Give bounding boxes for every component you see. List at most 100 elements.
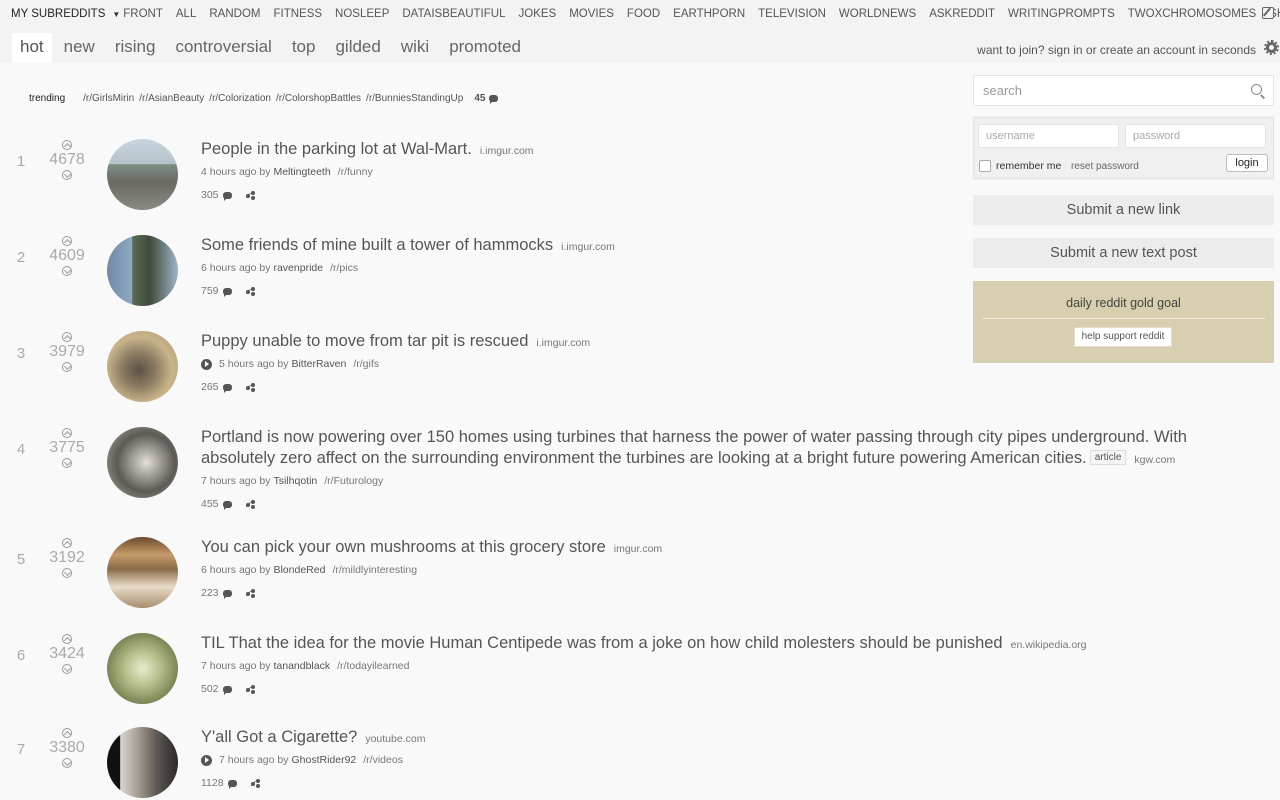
post-thumbnail[interactable] [107, 235, 178, 306]
subreddit-link[interactable]: DATAISBEAUTIFUL [402, 8, 505, 20]
post-title[interactable]: You can pick your own mushrooms at this … [201, 538, 606, 556]
share-icon[interactable] [245, 382, 255, 392]
trending-subreddit-link[interactable]: /r/BunniesStandingUp [366, 93, 463, 104]
share-icon[interactable] [245, 190, 255, 200]
submit-text-post-button[interactable]: Submit a new text post [973, 238, 1274, 268]
tab-promoted[interactable]: promoted [441, 33, 529, 63]
tab-controversial[interactable]: controversial [167, 33, 279, 63]
username-field[interactable] [978, 124, 1119, 148]
post-title[interactable]: Portland is now powering over 150 homes … [201, 428, 1187, 467]
post-thumbnail[interactable] [107, 331, 178, 402]
upvote-icon[interactable] [62, 332, 72, 342]
post-subreddit[interactable]: /r/gifs [353, 358, 379, 370]
login-button[interactable]: login [1226, 154, 1268, 172]
comments-link[interactable]: 455 [201, 498, 232, 510]
submit-link-button[interactable]: Submit a new link [973, 195, 1274, 225]
trending-subreddit-link[interactable]: /r/GirlsMirin [83, 93, 134, 104]
post-subreddit[interactable]: /r/funny [338, 166, 373, 178]
comments-link[interactable]: 265 [201, 381, 232, 393]
search-input[interactable] [974, 76, 1234, 105]
tab-gilded[interactable]: gilded [327, 33, 388, 63]
share-icon[interactable] [250, 778, 260, 788]
trending-subreddit-link[interactable]: /r/ColorshopBattles [276, 93, 361, 104]
tab-hot[interactable]: hot [12, 33, 52, 63]
subreddit-link[interactable]: RANDOM [209, 8, 260, 20]
subreddit-link[interactable]: NOSLEEP [335, 8, 389, 20]
post-title[interactable]: TIL That the idea for the movie Human Ce… [201, 634, 1003, 652]
post-thumbnail[interactable] [107, 727, 178, 798]
post-subreddit[interactable]: /r/mildlyinteresting [332, 564, 417, 576]
upvote-icon[interactable] [62, 236, 72, 246]
upvote-icon[interactable] [62, 728, 72, 738]
post-thumbnail[interactable] [107, 139, 178, 210]
post-title[interactable]: Puppy unable to move from tar pit is res… [201, 332, 528, 350]
subreddit-link[interactable]: TWOXCHROMOSOMES [1128, 8, 1256, 20]
post-domain[interactable]: youtube.com [365, 733, 425, 745]
search-icon[interactable] [1251, 84, 1262, 95]
my-subreddits-dropdown[interactable]: MY SUBREDDITS ▼ [0, 8, 120, 20]
help-support-button[interactable]: help support reddit [1074, 327, 1172, 347]
post-author[interactable]: BlondeRed [273, 564, 325, 576]
share-icon[interactable] [245, 588, 255, 598]
reset-password-link[interactable]: reset password [1071, 161, 1139, 172]
post-author[interactable]: GhostRider92 [291, 754, 356, 766]
tab-wiki[interactable]: wiki [393, 33, 437, 63]
remember-me[interactable]: remember me [979, 160, 1061, 172]
upvote-icon[interactable] [62, 634, 72, 644]
trending-subreddit-link[interactable]: /r/Colorization [209, 93, 271, 104]
upvote-icon[interactable] [62, 428, 72, 438]
post-author[interactable]: BitterRaven [291, 358, 346, 370]
upvote-icon[interactable] [62, 140, 72, 150]
post-subreddit[interactable]: /r/Futurology [324, 475, 383, 487]
subreddit-link[interactable]: EARTHPORN [673, 8, 745, 20]
comments-link[interactable]: 759 [201, 285, 232, 297]
post-domain[interactable]: i.imgur.com [480, 145, 534, 157]
tab-new[interactable]: new [56, 33, 103, 63]
post-title[interactable]: People in the parking lot at Wal-Mart. [201, 140, 472, 158]
tab-rising[interactable]: rising [107, 33, 164, 63]
downvote-icon[interactable] [62, 458, 72, 468]
subreddit-link[interactable]: ALL [176, 8, 196, 20]
post-domain[interactable]: i.imgur.com [536, 337, 590, 349]
post-thumbnail[interactable] [107, 427, 178, 498]
subreddit-link[interactable]: WRITINGPROMPTS [1008, 8, 1115, 20]
subreddit-link[interactable]: ASKREDDIT [929, 8, 995, 20]
subreddit-link[interactable]: WORLDNEWS [839, 8, 916, 20]
post-thumbnail[interactable] [107, 633, 178, 704]
post-subreddit[interactable]: /r/videos [363, 754, 403, 766]
play-icon[interactable] [201, 358, 212, 370]
post-title[interactable]: Some friends of mine built a tower of ha… [201, 236, 553, 254]
remember-me-checkbox[interactable] [979, 160, 991, 172]
comments-link[interactable]: 223 [201, 587, 232, 599]
tab-top[interactable]: top [284, 33, 324, 63]
subreddit-link[interactable]: FOOD [627, 8, 660, 20]
play-icon[interactable] [201, 754, 212, 766]
join-prompt[interactable]: want to join? sign in or create an accou… [977, 43, 1256, 57]
subreddit-link[interactable]: MOVIES [569, 8, 614, 20]
post-subreddit[interactable]: /r/todayilearned [337, 660, 409, 672]
post-title[interactable]: Y'all Got a Cigarette? [201, 728, 357, 746]
comments-link[interactable]: 1128 [201, 777, 237, 789]
subreddit-link[interactable]: TELEVISION [758, 8, 826, 20]
subreddit-link[interactable]: FRONT [123, 8, 163, 20]
trending-subreddit-link[interactable]: /r/AsianBeauty [139, 93, 204, 104]
post-thumbnail[interactable] [107, 537, 178, 608]
password-field[interactable] [1125, 124, 1266, 148]
post-author[interactable]: ravenpride [273, 262, 323, 274]
post-author[interactable]: Tsilhqotin [273, 475, 317, 487]
subreddit-link[interactable]: JOKES [518, 8, 556, 20]
downvote-icon[interactable] [62, 266, 72, 276]
subreddit-link[interactable]: FITNESS [273, 8, 322, 20]
downvote-icon[interactable] [62, 362, 72, 372]
post-subreddit[interactable]: /r/pics [330, 262, 358, 274]
comments-link[interactable]: 502 [201, 683, 232, 695]
post-author[interactable]: tanandblack [273, 660, 330, 672]
edit-icon[interactable] [1262, 7, 1274, 19]
share-icon[interactable] [245, 499, 255, 509]
downvote-icon[interactable] [62, 758, 72, 768]
downvote-icon[interactable] [62, 170, 72, 180]
upvote-icon[interactable] [62, 538, 72, 548]
post-domain[interactable]: kgw.com [1134, 454, 1175, 466]
downvote-icon[interactable] [62, 664, 72, 674]
post-domain[interactable]: i.imgur.com [561, 241, 615, 253]
